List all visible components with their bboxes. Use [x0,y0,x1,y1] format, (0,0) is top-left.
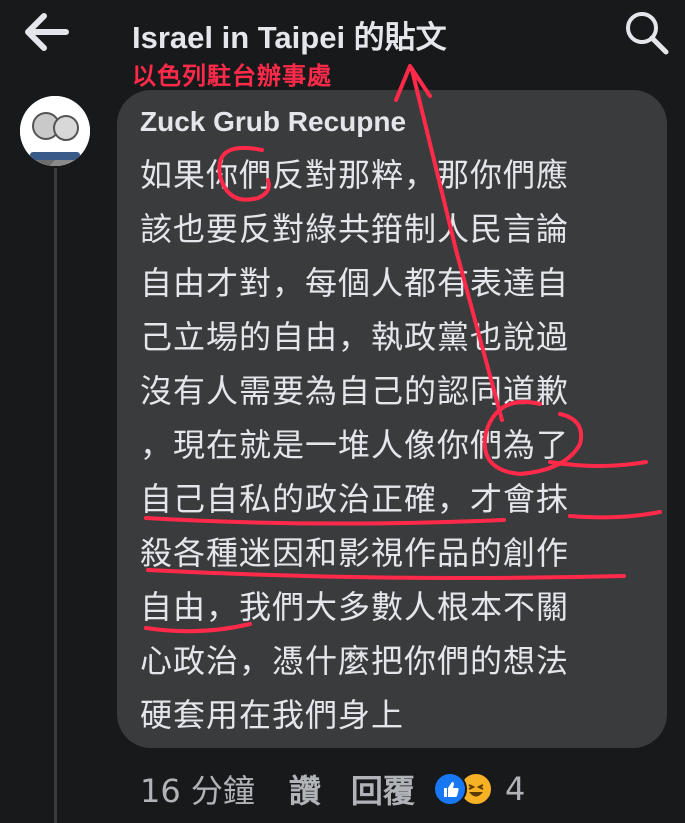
comment-line: 自由，我們大多數人根本不關 [140,588,570,626]
comment-line: 心政治，憑什麼把你們的想法 [140,642,570,680]
comment-author[interactable]: Zuck Grub Recupne [140,106,406,138]
comment-line: 自由才對，每個人都有表達自 [140,264,570,302]
arrow-left-icon [25,13,69,51]
page-title: Israel in Taipei 的貼文 [132,20,447,55]
comment-line: 己立場的自由，執政黨也說過 [140,318,570,356]
like-icon [432,772,467,806]
comment-line: 該也要反對綠共箝制人民言論 [140,210,570,248]
avatar[interactable] [20,96,90,166]
like-button[interactable]: 讚 [289,766,321,812]
comment-line: ，現在就是一堆人像你們為了 [140,426,570,464]
comment-line: 殺各種迷因和影視作品的創作 [140,534,570,572]
reaction-summary[interactable]: 4 [432,770,526,808]
search-button[interactable] [622,8,672,58]
avatar-image [20,96,90,166]
reaction-count: 4 [504,770,526,808]
top-bar: Israel in Taipei 的貼文 [0,0,685,88]
handwritten-annotation-note: 以色列駐台辦事處 [132,62,332,90]
reply-button[interactable]: 回覆 [351,766,415,812]
comment-text: 如果你們反對那粹，那你們應 該也要反對綠共箝制人民言論 自由才對，每個人都有表達… [140,148,660,742]
back-button[interactable] [22,10,72,54]
comment-line: 硬套用在我們身上 [140,696,405,734]
comment-line: 如果你們反對那粹，那你們應 [140,156,570,194]
comment-actions: 16 分鐘 讚 回覆 4 [140,764,525,814]
comment-timestamp[interactable]: 16 分鐘 [140,766,255,812]
comment-line: 自己自私的政治正確，才會抹 [140,480,570,518]
search-icon [626,12,669,55]
comment-line: 沒有人需要為自己的認同道歉 [140,372,570,410]
thread-line [54,168,57,823]
